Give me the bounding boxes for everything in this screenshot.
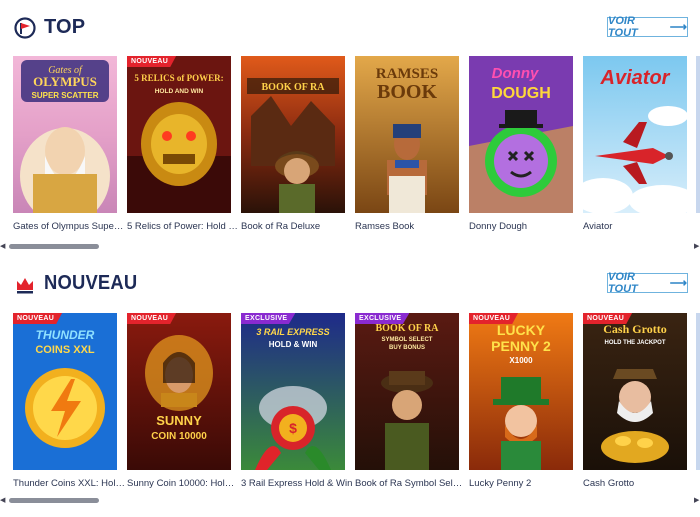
game-card[interactable]: $ 3 RAIL EXPRESS HOLD & WIN EXCLUSIVE 3 …: [241, 313, 352, 489]
new-badge: NOUVEAU: [469, 313, 519, 324]
voir-tout-button[interactable]: VOIR TOUT ⟶: [607, 15, 688, 39]
art-text: RAMSES: [376, 66, 439, 82]
arrow-right-icon: ⟶: [669, 20, 687, 34]
voir-tout-label: VOIR TOUT: [608, 271, 638, 295]
game-thumbnail[interactable]: RAMSES BOOK: [355, 56, 459, 213]
art-text: HOLD THE JACKPOT: [604, 340, 665, 346]
game-thumbnail[interactable]: Aviator: [583, 56, 687, 213]
game-card[interactable]: 5 RELICS of POWER: HOLD AND WIN NOUVEAU …: [127, 56, 239, 232]
game-carousel[interactable]: Gates of OLYMPUS SUPER SCATTER Gates of …: [0, 56, 700, 246]
art-text: COIN 10000: [151, 431, 207, 442]
next-card-peek[interactable]: [696, 313, 700, 470]
svg-text:$: $: [289, 420, 297, 436]
game-card[interactable]: THUNDER COINS XXL NOUVEAU Thunder Coins …: [13, 313, 125, 489]
scroll-right-icon[interactable]: ▶: [694, 243, 700, 251]
section-header: TOP VOIR TOUT ⟶: [0, 0, 700, 56]
game-thumbnail[interactable]: BOOK OF RA SYMBOL SELECT BUY BONUS EXCLU…: [355, 313, 459, 470]
game-thumbnail[interactable]: SUNNY COIN 10000 NOUVEAU: [127, 313, 231, 470]
art-text: 5 RELICS of POWER:: [134, 73, 223, 83]
scrollbar-thumb[interactable]: [9, 244, 99, 249]
art-text: BOOK OF RA: [376, 323, 440, 334]
game-card[interactable]: RAMSES BOOK Ramses Book: [355, 56, 459, 232]
game-thumbnail[interactable]: Cash Grotto HOLD THE JACKPOT NOUVEAU: [583, 313, 687, 470]
art-text: BUY BONUS: [389, 345, 425, 351]
game-title[interactable]: Lucky Penny 2: [469, 478, 581, 489]
scroll-left-icon[interactable]: ◀: [0, 497, 6, 505]
game-title[interactable]: 3 Rail Express Hold & Win: [241, 478, 353, 489]
section-nouveau: NOUVEAU VOIR TOUT ⟶ THUNDER COINS XXL NO…: [0, 258, 700, 517]
game-thumbnail[interactable]: 5 RELICS of POWER: HOLD AND WIN NOUVEAU: [127, 56, 231, 213]
section-title: TOP: [44, 16, 86, 38]
art-text: Cash Grotto: [603, 322, 666, 336]
arrow-right-icon: ⟶: [669, 276, 687, 290]
art-text: DOUGH: [491, 85, 551, 102]
art-text: HOLD & WIN: [269, 340, 318, 349]
art-text: HOLD AND WIN: [155, 88, 204, 95]
game-title[interactable]: Thunder Coins XXL: Hold and Win: [13, 478, 125, 489]
flag-icon: [14, 17, 36, 39]
art-text: BOOK: [377, 81, 437, 103]
game-title[interactable]: Donny Dough: [469, 221, 581, 232]
art-text: X1000: [509, 356, 533, 365]
art-text: COINS XXL: [35, 344, 95, 356]
game-title[interactable]: Book of Ra Deluxe: [241, 221, 353, 232]
game-thumbnail[interactable]: THUNDER COINS XXL NOUVEAU: [13, 313, 117, 470]
exclusive-badge: EXCLUSIVE: [355, 313, 410, 324]
art-text: SUPER SCATTER: [32, 91, 99, 100]
section-header: NOUVEAU VOIR TOUT ⟶: [0, 258, 700, 314]
game-card[interactable]: LUCKY PENNY 2 X1000 NOUVEAU Lucky Penny …: [469, 313, 573, 489]
section-title: NOUVEAU: [44, 272, 138, 294]
scroll-left-icon[interactable]: ◀: [0, 243, 6, 251]
game-card[interactable]: BOOK OF RA SYMBOL SELECT BUY BONUS EXCLU…: [355, 313, 467, 489]
art-text: Aviator: [600, 67, 671, 89]
game-card[interactable]: Cash Grotto HOLD THE JACKPOT NOUVEAU Cas…: [583, 313, 687, 489]
art-text: SUNNY: [156, 413, 202, 428]
game-card[interactable]: Donny DOUGH Donny Dough: [469, 56, 573, 232]
art-text: SYMBOL SELECT: [382, 337, 433, 343]
game-title[interactable]: Gates of Olympus Super Scatter: [13, 221, 125, 232]
new-badge: NOUVEAU: [583, 313, 633, 324]
section-top: TOP VOIR TOUT ⟶ Gates of OLYMPUS SUPER S…: [0, 0, 700, 258]
new-badge: NOUVEAU: [13, 313, 63, 324]
scroll-right-icon[interactable]: ▶: [694, 497, 700, 505]
game-title[interactable]: Cash Grotto: [583, 478, 695, 489]
game-card[interactable]: Aviator Aviator: [583, 56, 687, 232]
new-badge: NOUVEAU: [127, 313, 177, 324]
scrollbar-thumb[interactable]: [9, 498, 99, 503]
game-thumbnail[interactable]: BOOK OF RA: [241, 56, 345, 213]
game-thumbnail[interactable]: $ 3 RAIL EXPRESS HOLD & WIN EXCLUSIVE: [241, 313, 345, 470]
new-badge: NOUVEAU: [127, 56, 177, 67]
game-card[interactable]: SUNNY COIN 10000 NOUVEAU Sunny Coin 1000…: [127, 313, 239, 489]
game-card[interactable]: Gates of OLYMPUS SUPER SCATTER Gates of …: [13, 56, 125, 232]
crown-icon: [17, 278, 33, 294]
carousel-scrollbar[interactable]: ◀ ▶: [0, 243, 700, 251]
game-title[interactable]: 5 Relics of Power: Hold and Win: [127, 221, 239, 232]
game-title[interactable]: Ramses Book: [355, 221, 467, 232]
exclusive-badge: EXCLUSIVE: [241, 313, 296, 324]
game-title[interactable]: Aviator: [583, 221, 695, 232]
art-text: BOOK OF RA: [262, 82, 326, 93]
art-text: OLYMPUS: [33, 74, 97, 89]
game-title[interactable]: Sunny Coin 10000: Hold the Spin: [127, 478, 239, 489]
art-text: PENNY 2: [491, 338, 551, 354]
art-text: 3 RAIL EXPRESS: [256, 327, 329, 337]
art-text: Donny: [492, 65, 539, 82]
art-text: LUCKY: [497, 322, 546, 338]
game-card[interactable]: BOOK OF RA Book of Ra Deluxe: [241, 56, 345, 232]
art-text: THUNDER: [36, 328, 95, 342]
game-thumbnail[interactable]: Gates of OLYMPUS SUPER SCATTER: [13, 56, 117, 213]
voir-tout-button[interactable]: VOIR TOUT ⟶: [607, 271, 688, 295]
game-carousel[interactable]: THUNDER COINS XXL NOUVEAU Thunder Coins …: [0, 313, 700, 503]
game-thumbnail[interactable]: LUCKY PENNY 2 X1000 NOUVEAU: [469, 313, 573, 470]
voir-tout-label: VOIR TOUT: [608, 15, 638, 39]
next-card-peek[interactable]: [696, 56, 700, 213]
game-title[interactable]: Book of Ra Symbol Select Buy Bonus: [355, 478, 467, 489]
game-thumbnail[interactable]: Donny DOUGH: [469, 56, 573, 213]
carousel-scrollbar[interactable]: ◀ ▶: [0, 497, 700, 505]
